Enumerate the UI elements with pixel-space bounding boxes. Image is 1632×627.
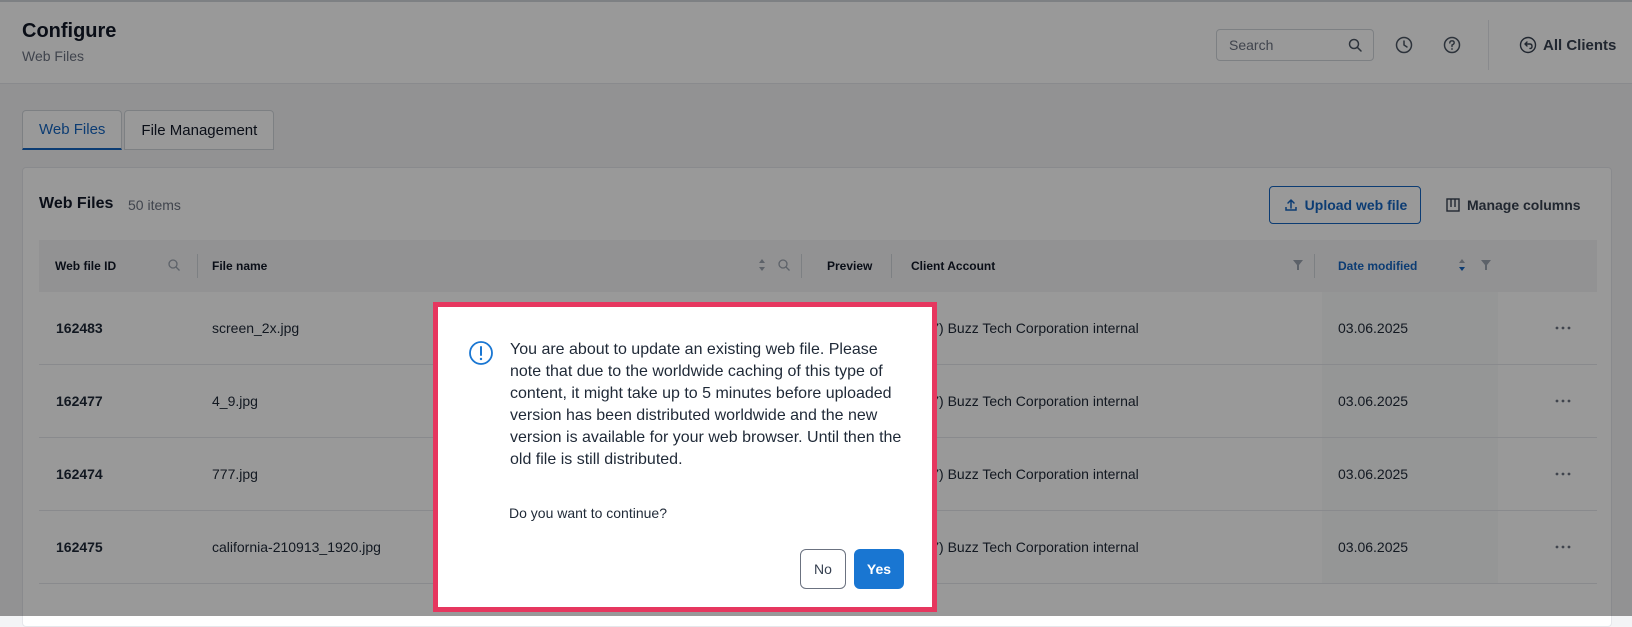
- confirm-update-dialog: You are about to update an existing web …: [433, 302, 937, 612]
- no-button[interactable]: No: [800, 549, 846, 589]
- dialog-message: You are about to update an existing web …: [510, 341, 902, 468]
- dialog-question: Do you want to continue?: [509, 505, 667, 521]
- yes-button[interactable]: Yes: [854, 549, 904, 589]
- alert-icon: [469, 341, 493, 365]
